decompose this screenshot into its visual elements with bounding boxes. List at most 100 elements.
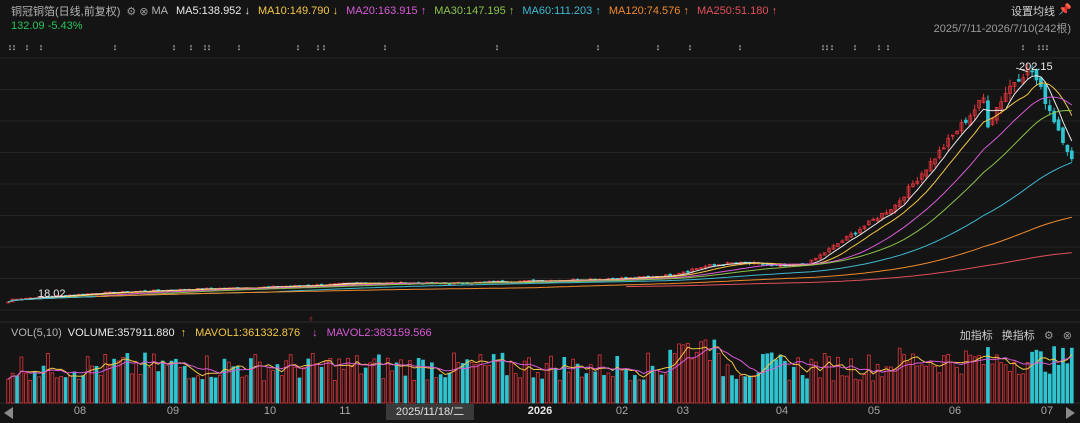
crosshair-date-label: 2025/11/18/二 [386, 404, 474, 420]
ma250-line [626, 252, 1072, 288]
volume-bar [1003, 364, 1008, 404]
volume-bar [615, 356, 620, 404]
volume-bar [646, 352, 650, 404]
volume-bar [531, 377, 536, 404]
volume-bar [474, 364, 478, 404]
volume-bar [394, 362, 399, 404]
volume-bar [668, 349, 673, 404]
volume-bar [90, 365, 94, 404]
volume-bar [359, 373, 364, 404]
volume-bar [959, 373, 964, 404]
volume-bar [1030, 351, 1034, 404]
volume-bar [288, 354, 293, 404]
event-marker: ↕ [113, 42, 118, 52]
volume-bar [1034, 349, 1039, 404]
event-marker: ↕ [383, 42, 388, 52]
volume-bar [24, 372, 28, 404]
volume-bar [434, 377, 439, 404]
candle-body [1043, 83, 1048, 104]
volume-bar [6, 378, 11, 404]
volume-bar [275, 364, 280, 404]
volume-bar [227, 361, 231, 404]
volume-bar [478, 354, 483, 404]
switch-indicator-button[interactable]: 换指标 [1002, 330, 1035, 342]
event-marker-red: ♁ [308, 313, 315, 323]
event-marker: ↕ [656, 42, 661, 52]
mavol2-value: ↓ MAVOL2:383159.566 [312, 327, 432, 339]
volume-bar [103, 353, 108, 404]
volume-bar [999, 362, 1004, 404]
volume-bar [341, 368, 346, 404]
x-axis-label: 03 [676, 405, 690, 417]
volume-bar [694, 351, 699, 404]
volume-bar [1012, 361, 1017, 404]
volume-bar [249, 358, 253, 404]
volume-bar [836, 356, 840, 404]
price-chart[interactable]: ↕ ↕ ↕ ↕ ↕ ↕ ↕ ↕ ↕ ↕ ↕ ↕ ↕ ↕ ↕ ↕ ↕ ↕ ↕ ↕ ↕ ↕ ↕ ↕ ↕ ↕ ↕ ↕ ↕♁ [0, 0, 1080, 423]
volume-bar [955, 366, 959, 404]
volume-bar [165, 364, 169, 404]
volume-bar [443, 377, 447, 404]
volume-bar [487, 364, 492, 404]
scroll-left-icon[interactable] [4, 407, 13, 419]
volume-bar [703, 339, 708, 404]
event-marker: ↕ [39, 42, 44, 52]
volume-bar [915, 365, 920, 404]
volume-bar [63, 377, 68, 404]
volume-bar [933, 365, 937, 404]
volume-bar [169, 360, 174, 404]
event-marker: ↕ [688, 42, 693, 52]
volume-bar [134, 362, 139, 404]
volume-bar [730, 375, 734, 404]
volume-bar [659, 374, 664, 404]
volume-bar [624, 369, 628, 404]
volume-bar [610, 376, 615, 404]
volume-bar [54, 377, 59, 404]
volume-bar [204, 355, 209, 404]
volume-bar [452, 352, 456, 404]
high-price-label: 202.15 [1019, 61, 1053, 73]
x-axis-label: 04 [775, 405, 789, 417]
volume-bar [196, 375, 200, 404]
volume-bar [677, 343, 681, 404]
vol-label[interactable]: VOL(5,10) [11, 327, 62, 339]
volume-bar [191, 377, 196, 404]
candle-body [1069, 150, 1074, 160]
volume-bar [655, 370, 659, 404]
volume-bar [809, 358, 814, 404]
volume-bar [412, 380, 417, 404]
ma10-line [8, 82, 1073, 303]
volume-bar [791, 366, 796, 404]
event-marker: ↕ [886, 42, 891, 52]
volume-bar [46, 352, 50, 404]
volume-bar [15, 375, 19, 404]
volume-bar [438, 374, 443, 404]
candle-body [986, 100, 990, 128]
volume-bar [174, 358, 178, 404]
volume-bar [844, 375, 849, 404]
volume-bar [981, 364, 986, 404]
scroll-right-icon[interactable] [1066, 407, 1075, 419]
volume-bar [840, 375, 845, 404]
volume-bar [871, 380, 876, 404]
volume-bar [769, 352, 774, 404]
volume-bar [787, 379, 792, 404]
volume-bar [919, 364, 924, 404]
add-indicator-button[interactable]: 加指标 [960, 330, 993, 342]
volume-bar [363, 367, 368, 404]
volume-bar [332, 380, 337, 404]
event-marker: ↕ [1045, 42, 1050, 52]
close-icon[interactable]: ⊗ [1063, 330, 1072, 342]
volume-bar [571, 358, 575, 404]
volume-bar [129, 373, 134, 404]
event-marker: ↕ [830, 42, 835, 52]
volume-bar [831, 380, 836, 404]
volume-bar [518, 377, 522, 404]
volume-bar [368, 362, 372, 404]
settings-gear-icon[interactable]: ⚙ [1044, 330, 1054, 342]
x-axis-label: 09 [166, 405, 180, 417]
event-marker: ↕ [172, 42, 177, 52]
volume-bar [72, 371, 77, 404]
volume-bar [712, 339, 717, 404]
volume-bar [716, 353, 721, 404]
